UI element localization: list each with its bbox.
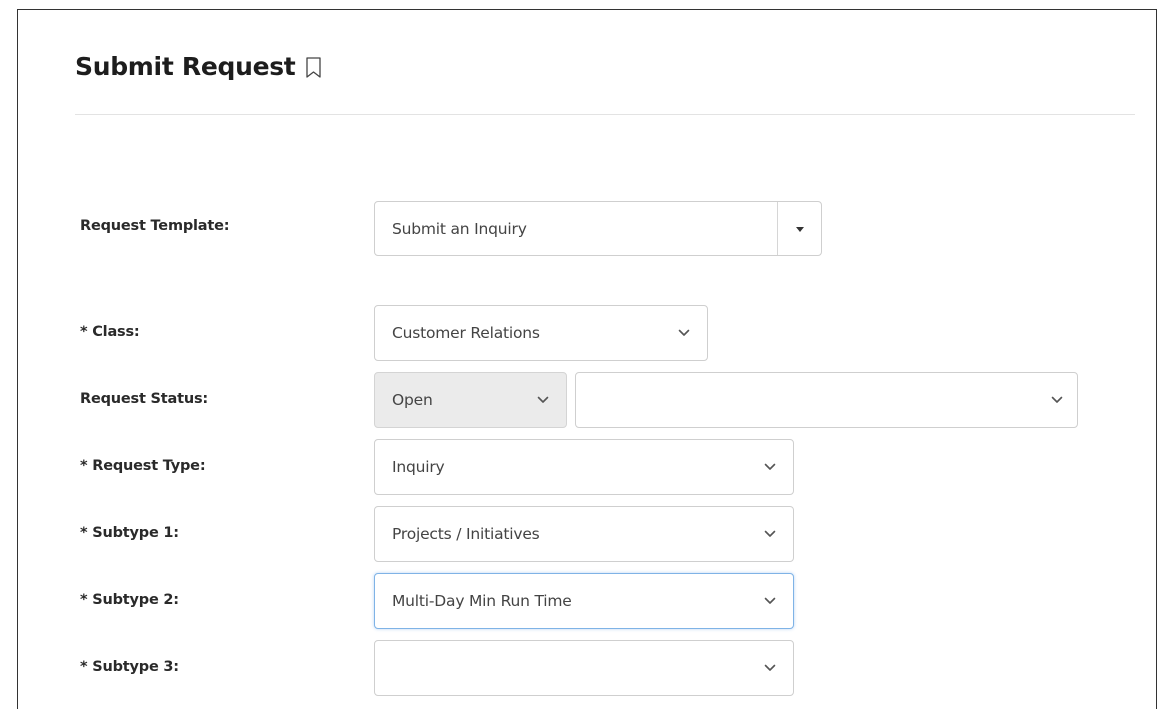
subtype-1-select[interactable]: Projects / Initiatives: [374, 506, 794, 562]
request-template-value: Submit an Inquiry: [392, 219, 527, 238]
class-label: * Class:: [80, 324, 140, 340]
chevron-down-icon: [764, 664, 776, 671]
chevron-down-icon: [764, 530, 776, 537]
request-type-value: Inquiry: [392, 458, 445, 476]
subtype-1-label: * Subtype 1:: [80, 525, 179, 541]
subtype-1-value: Projects / Initiatives: [392, 525, 540, 543]
page-title: Submit Request: [75, 51, 296, 81]
chevron-down-icon: [678, 329, 690, 336]
request-type-label: * Request Type:: [80, 458, 206, 474]
chevron-down-icon: [537, 396, 549, 403]
chevron-down-icon: [764, 463, 776, 470]
bookmark-icon[interactable]: [304, 56, 323, 80]
request-status-select[interactable]: Open: [374, 372, 567, 428]
request-type-select[interactable]: Inquiry: [374, 439, 794, 495]
chevron-down-icon: [764, 597, 776, 604]
page-header: Submit Request: [75, 46, 323, 86]
subtype-2-select[interactable]: Multi-Day Min Run Time: [374, 573, 794, 629]
subtype-3-select[interactable]: [374, 640, 794, 696]
header-divider: [75, 114, 1135, 115]
subtype-2-label: * Subtype 2:: [80, 592, 179, 608]
request-status-value: Open: [392, 391, 433, 409]
class-select[interactable]: Customer Relations: [374, 305, 708, 361]
request-template-split-divider: [777, 202, 778, 255]
caret-down-icon[interactable]: [796, 226, 804, 232]
subtype-2-value: Multi-Day Min Run Time: [392, 592, 572, 610]
request-template-label: Request Template:: [80, 218, 230, 234]
request-template-select[interactable]: Submit an Inquiry: [374, 201, 822, 256]
class-value: Customer Relations: [392, 324, 540, 342]
request-status-label: Request Status:: [80, 391, 208, 407]
subtype-3-label: * Subtype 3:: [80, 659, 179, 675]
request-status-reason-select[interactable]: [575, 372, 1078, 428]
chevron-down-icon: [1051, 396, 1063, 403]
